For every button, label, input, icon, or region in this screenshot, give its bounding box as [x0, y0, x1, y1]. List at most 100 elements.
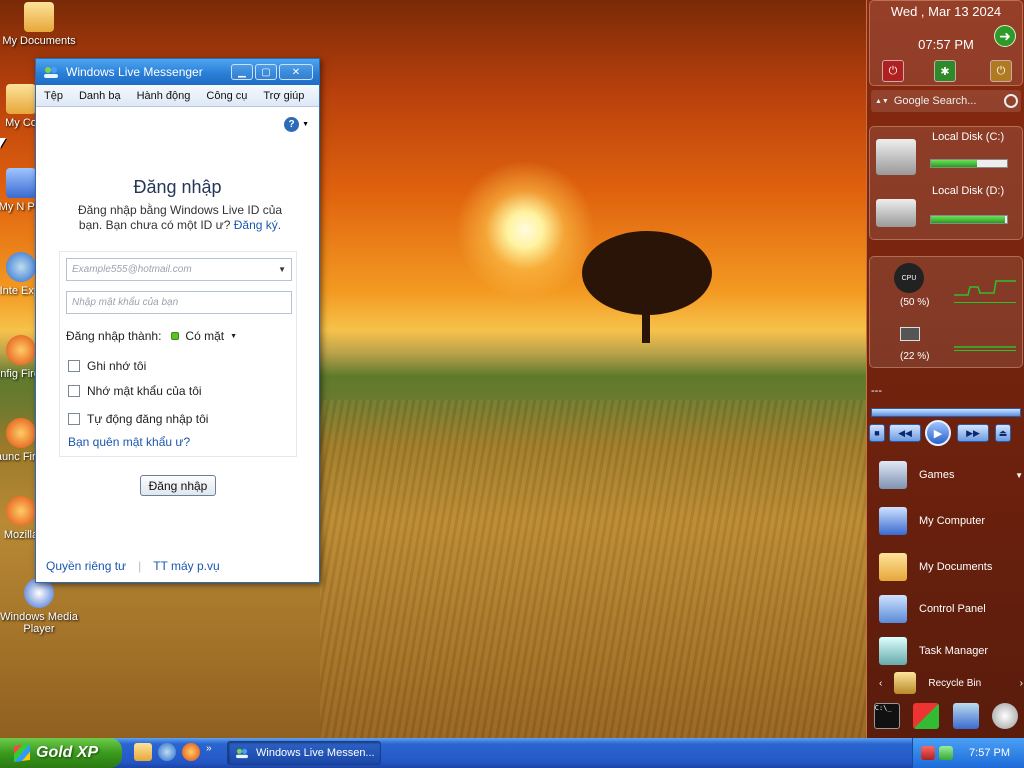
messenger-tray-icon[interactable]	[939, 746, 953, 760]
auto-signin-checkbox[interactable]: Tự động đăng nhập tôi	[68, 412, 208, 426]
taskbar: Gold XP » Windows Live Messen... 7:57 PM	[0, 738, 1024, 768]
drive-d-icon	[876, 199, 916, 227]
desktop-icon-windows-media-player[interactable]: Windows Media Player	[0, 578, 78, 635]
help-icon: ?	[284, 117, 300, 132]
wallpaper-field	[320, 400, 866, 738]
launcher-item-task-manager[interactable]: Task Manager	[879, 634, 1023, 668]
cpu-graph	[954, 275, 1016, 303]
folder-icon	[879, 553, 907, 581]
clock-gadget: Wed , Mar 13 2024 07:57 PM ➜ ⏻ ✱ ⏻	[869, 0, 1023, 86]
clock-date: Wed , Mar 13 2024	[890, 4, 1002, 19]
computer-icon	[6, 84, 36, 114]
shutdown-icon[interactable]: ⏻	[882, 60, 904, 82]
privacy-link[interactable]: Quyền riêng tư	[46, 559, 126, 573]
disk-gadget: Local Disk (C:) Local Disk (D:)	[869, 126, 1023, 240]
player-track: ---	[871, 385, 882, 397]
command-prompt-icon[interactable]: C:\_	[873, 703, 900, 729]
minimize-button[interactable]: ▁	[231, 64, 253, 80]
security-shield-icon[interactable]	[913, 703, 940, 729]
internet-explorer-icon	[6, 252, 36, 282]
close-button[interactable]: ✕	[279, 64, 313, 80]
chevron-down-icon: ▼	[302, 121, 309, 128]
logoff-icon[interactable]: ⏻	[990, 60, 1012, 82]
signin-description: Đăng nhập bằng Windows Live ID của bạn. …	[77, 203, 283, 232]
menu-file[interactable]: Tệp	[44, 90, 63, 102]
email-field[interactable]: Example555@hotmail.com ▼	[66, 258, 292, 281]
google-search-input[interactable]: ▲▼ Google Search...	[871, 90, 1021, 112]
checkbox[interactable]	[68, 385, 80, 397]
windows-flag-icon	[14, 743, 30, 763]
register-link[interactable]: Đăng ký.	[234, 218, 281, 232]
arrow-right-icon[interactable]: ➜	[994, 25, 1016, 47]
messenger-buddy-icon	[236, 748, 248, 759]
play-icon[interactable]: ▶	[925, 420, 951, 446]
launcher-item-my-documents[interactable]: My Documents	[879, 550, 1023, 584]
status-selector[interactable]: Đăng nhập thành: Có mặt ▼	[66, 329, 237, 343]
checkbox[interactable]	[68, 360, 80, 372]
remember-me-checkbox[interactable]: Ghi nhớ tôi	[68, 359, 146, 373]
password-field[interactable]: Nhập mật khẩu của bạn	[66, 291, 292, 314]
firefox-icon[interactable]	[182, 743, 200, 761]
tray-clock[interactable]: 7:57 PM	[969, 747, 1010, 759]
memory-usage-label: (22 %)	[900, 351, 930, 362]
launcher-item-games[interactable]: Games ▼	[879, 458, 1023, 492]
stop-icon[interactable]: ■	[869, 424, 885, 442]
menu-tools[interactable]: Công cụ	[206, 90, 247, 102]
menu-help[interactable]: Trợ giúp	[263, 90, 304, 102]
chevron-left-icon[interactable]: ‹	[879, 678, 882, 689]
task-manager-icon	[879, 637, 907, 665]
eject-icon[interactable]: ⏏	[995, 424, 1011, 442]
messenger-window: Windows Live Messenger ▁ ▢ ✕ Tệp Danh bạ…	[35, 58, 320, 583]
help-dropdown[interactable]: ? ▼	[284, 117, 309, 132]
menu-contacts[interactable]: Danh bạ	[79, 90, 121, 102]
wallpaper-tree	[582, 231, 712, 343]
maximize-button[interactable]: ▢	[255, 64, 277, 80]
messenger-buddy-icon	[44, 67, 58, 78]
chevron-down-icon[interactable]: ▼	[1015, 471, 1023, 480]
launcher-item-control-panel[interactable]: Control Panel	[879, 592, 1023, 626]
disk-c-usage-bar	[930, 159, 1008, 168]
desktop-icon-my-documents[interactable]: My Documents	[0, 2, 78, 47]
start-button[interactable]: Gold XP	[0, 738, 122, 768]
mozilla-icon	[6, 496, 36, 526]
checkbox[interactable]	[68, 413, 80, 425]
forgot-password-link[interactable]: Bạn quên mật khẩu ư?	[68, 435, 190, 449]
memory-graph	[954, 323, 1016, 351]
title-bar[interactable]: Windows Live Messenger ▁ ▢ ✕	[36, 59, 319, 85]
chevron-up-down-icon: ▲▼	[875, 97, 889, 105]
footer-divider: |	[138, 559, 142, 573]
service-status-link[interactable]: TT máy p.vụ	[153, 559, 219, 573]
network-icon[interactable]	[952, 703, 979, 729]
internet-explorer-icon[interactable]	[158, 743, 176, 761]
network-disconnected-icon[interactable]	[921, 746, 935, 760]
games-icon	[879, 461, 907, 489]
sidebar-quick-icons: C:\_	[867, 698, 1024, 734]
show-desktop-icon[interactable]	[134, 743, 152, 761]
signin-panel: Example555@hotmail.com ▼ Nhập mật khẩu c…	[59, 251, 297, 457]
menu-actions[interactable]: Hành động	[137, 90, 191, 102]
signin-button[interactable]: Đăng nhập	[140, 475, 216, 496]
sidebar: Wed , Mar 13 2024 07:57 PM ➜ ⏻ ✱ ⏻ ▲▼ Go…	[866, 0, 1024, 738]
remember-password-checkbox[interactable]: Nhớ mật khẩu của tôi	[68, 384, 202, 398]
disk-c-fill	[931, 160, 977, 167]
launcher-item-recycle-bin[interactable]: ‹ Recycle Bin ›	[879, 666, 1023, 700]
restart-icon[interactable]: ✱	[934, 60, 956, 82]
chevron-down-icon[interactable]: ▼	[278, 265, 286, 274]
window-title: Windows Live Messenger	[66, 65, 203, 79]
chevron-double-right-icon[interactable]: »	[206, 743, 212, 761]
rewind-icon[interactable]: ◀◀	[889, 424, 921, 442]
signin-heading: Đăng nhập	[133, 177, 222, 197]
fast-forward-icon[interactable]: ▶▶	[957, 424, 989, 442]
disk-d-fill	[931, 216, 1006, 223]
cpu-usage-label: (50 %)	[900, 297, 930, 308]
player-progress-bar[interactable]	[871, 408, 1021, 417]
search-icon[interactable]	[1004, 94, 1018, 108]
window-footer: Quyền riêng tư | TT máy p.vụ	[46, 559, 220, 573]
firefox-icon	[6, 335, 36, 365]
speaker-icon[interactable]	[992, 703, 1019, 729]
taskbar-item-messenger[interactable]: Windows Live Messen...	[227, 741, 381, 765]
chevron-right-icon[interactable]: ›	[1020, 678, 1023, 689]
disk-d-usage-bar	[930, 215, 1008, 224]
launcher-item-my-computer[interactable]: My Computer	[879, 504, 1023, 538]
computer-icon	[879, 507, 907, 535]
